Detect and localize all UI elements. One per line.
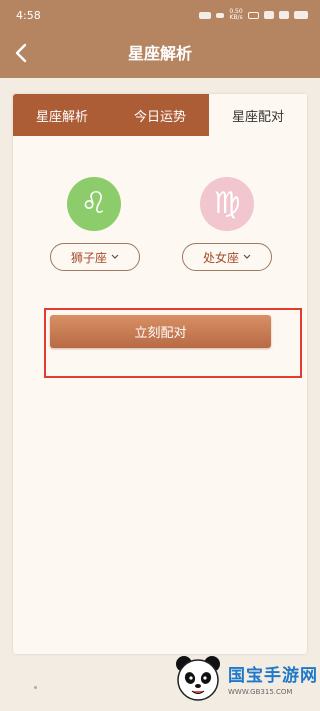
panda-logo-icon — [176, 656, 220, 701]
tab-zodiac-match[interactable]: 星座配对 — [209, 94, 307, 136]
nav-bar: 星座解析 — [0, 30, 320, 78]
tab-analysis[interactable]: 星座解析 — [13, 94, 111, 136]
notification-icon — [199, 11, 211, 19]
hd-icon — [248, 11, 259, 19]
status-time: 4:58 — [16, 8, 41, 22]
watermark-text: 国宝手游网 WWW.GB315.COM — [228, 661, 318, 696]
right-sign-select[interactable]: 处女座 — [182, 243, 272, 271]
watermark: 国宝手游网 WWW.GB315.COM — [172, 648, 318, 708]
battery-icon — [294, 11, 308, 19]
page-title: 星座解析 — [127, 44, 192, 63]
leo-glyph: ♌ — [80, 186, 108, 221]
status-bar: 4:58 0.50 KB/s — [0, 0, 320, 30]
virgo-icon: ♍ — [200, 177, 254, 231]
virgo-glyph: ♍ — [213, 186, 241, 221]
content-card: 星座解析 今日运势 星座配对 ♌ ♍ 狮子座 处女座 立刻配对 — [13, 94, 307, 654]
watermark-title: 国宝手游网 — [228, 665, 318, 686]
footer-dot — [34, 686, 37, 689]
wifi-icon — [279, 11, 289, 19]
network-speed: 0.50 KB/s — [229, 8, 243, 21]
dot-icon — [216, 12, 224, 18]
leo-icon: ♌ — [67, 177, 121, 231]
match-now-button[interactable]: 立刻配对 — [50, 315, 271, 348]
status-icons: 0.50 KB/s — [199, 9, 308, 21]
tab-bar: 星座解析 今日运势 星座配对 — [13, 94, 307, 136]
left-sign-label: 狮子座 — [70, 250, 107, 265]
watermark-url: WWW.GB315.COM — [228, 687, 293, 696]
signal-icon — [264, 11, 274, 19]
chevron-down-icon — [243, 254, 251, 260]
left-sign-select[interactable]: 狮子座 — [50, 243, 140, 271]
tab-daily-fortune[interactable]: 今日运势 — [111, 94, 209, 136]
right-sign-label: 处女座 — [202, 250, 239, 265]
chevron-down-icon — [111, 254, 119, 260]
